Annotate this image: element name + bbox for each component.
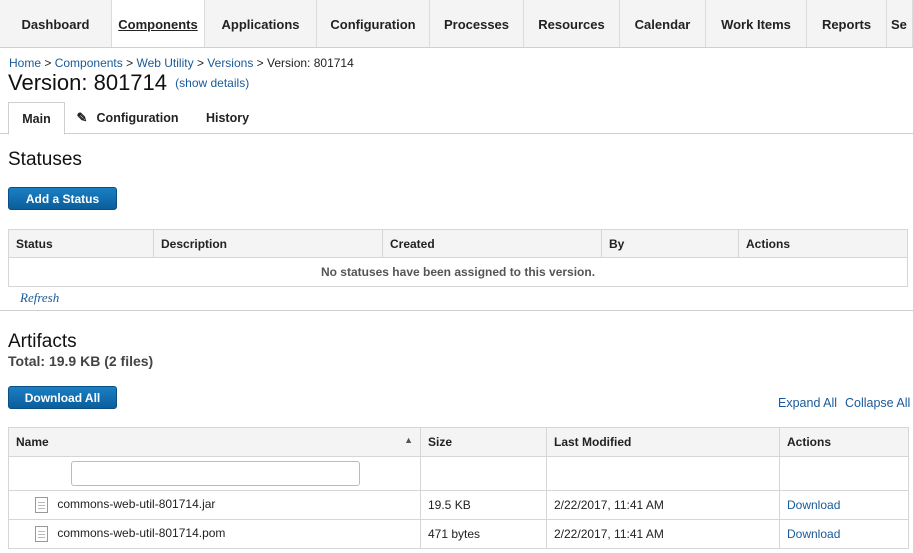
download-all-button[interactable]: Download All: [8, 386, 117, 409]
nav-dashboard[interactable]: Dashboard: [0, 0, 112, 47]
page-title-row: Version: 801714 (show details): [8, 70, 249, 96]
artifacts-title: Artifacts: [8, 331, 77, 352]
breadcrumb-home[interactable]: Home: [9, 56, 41, 70]
tab-main[interactable]: Main: [8, 102, 65, 135]
pencil-icon: ✎: [76, 110, 88, 125]
nav-processes[interactable]: Processes: [430, 0, 524, 47]
nav-applications[interactable]: Applications: [205, 0, 317, 47]
nav-calendar[interactable]: Calendar: [620, 0, 706, 47]
column-header-actions: Actions: [779, 427, 909, 457]
nav-resources[interactable]: Resources: [524, 0, 620, 47]
artifacts-total: Total: 19.9 KB (2 files): [8, 353, 154, 369]
tab-history[interactable]: History: [195, 102, 260, 134]
breadcrumb-web-utility[interactable]: Web Utility: [136, 56, 193, 70]
section-divider: [0, 310, 913, 311]
breadcrumb-separator: >: [44, 56, 52, 70]
filter-cell: [420, 456, 547, 491]
breadcrumb-components[interactable]: Components: [55, 56, 123, 70]
column-header-by[interactable]: By: [601, 229, 739, 258]
nav-settings[interactable]: Se: [887, 0, 913, 47]
breadcrumb: Home > Components > Web Utility > Versio…: [9, 56, 354, 70]
show-details-link[interactable]: (show details): [175, 76, 249, 90]
statuses-table: Status Description Created By Actions No…: [8, 229, 908, 287]
nav-components[interactable]: Components: [112, 0, 205, 47]
nav-work-items[interactable]: Work Items: [706, 0, 807, 47]
tab-configuration[interactable]: ✎ Configuration: [70, 102, 185, 134]
filter-row: [8, 456, 909, 491]
collapse-all-link[interactable]: Collapse All: [845, 396, 910, 410]
filter-cell: [546, 456, 780, 491]
breadcrumb-versions[interactable]: Versions: [207, 56, 253, 70]
table-row: commons-web-util-801714.pom 471 bytes 2/…: [8, 519, 909, 549]
actions-cell: Download: [779, 490, 909, 520]
table-row: commons-web-util-801714.jar 19.5 KB 2/22…: [8, 490, 909, 520]
file-modified: 2/22/2017, 11:41 AM: [546, 490, 780, 520]
file-icon: [35, 497, 48, 513]
column-header-name-label: Name: [16, 435, 49, 449]
breadcrumb-separator: >: [256, 56, 264, 70]
page-title: Version: 801714: [8, 70, 168, 95]
file-name: commons-web-util-801714.jar: [57, 497, 216, 512]
artifacts-table: Name ▲ Size Last Modified Actions common…: [8, 427, 909, 549]
nav-reports[interactable]: Reports: [807, 0, 887, 47]
breadcrumb-separator: >: [196, 56, 204, 70]
column-header-size[interactable]: Size: [420, 427, 547, 457]
tab-configuration-label: Configuration: [96, 111, 179, 125]
empty-message: No statuses have been assigned to this v…: [8, 257, 908, 287]
table-header-row: Name ▲ Size Last Modified Actions: [8, 427, 909, 457]
sort-ascending-icon: ▲: [404, 435, 413, 445]
table-row: No statuses have been assigned to this v…: [8, 257, 908, 287]
breadcrumb-separator: >: [126, 56, 134, 70]
breadcrumb-current: Version: 801714: [267, 56, 354, 70]
filter-cell: [779, 456, 909, 491]
add-status-button[interactable]: Add a Status: [8, 187, 117, 210]
file-modified: 2/22/2017, 11:41 AM: [546, 519, 780, 549]
column-header-description[interactable]: Description: [153, 229, 383, 258]
table-header-row: Status Description Created By Actions: [8, 229, 908, 258]
file-size: 471 bytes: [420, 519, 547, 549]
statuses-title: Statuses: [8, 149, 82, 170]
column-header-created[interactable]: Created: [382, 229, 602, 258]
expand-all-link[interactable]: Expand All: [778, 396, 837, 410]
column-header-status[interactable]: Status: [8, 229, 154, 258]
actions-cell: Download: [779, 519, 909, 549]
nav-configuration[interactable]: Configuration: [317, 0, 430, 47]
column-header-last-modified[interactable]: Last Modified: [546, 427, 780, 457]
tab-bar: Main ✎ Configuration History: [0, 102, 913, 135]
file-size: 19.5 KB: [420, 490, 547, 520]
download-link[interactable]: Download: [787, 498, 840, 512]
column-header-name[interactable]: Name ▲: [8, 427, 421, 457]
refresh-link[interactable]: Refresh: [20, 290, 59, 306]
filter-cell: [8, 456, 421, 491]
top-nav: Dashboard Components Applications Config…: [0, 0, 913, 48]
download-link[interactable]: Download: [787, 527, 840, 541]
file-name-cell: commons-web-util-801714.jar: [8, 490, 421, 520]
file-icon: [35, 526, 48, 542]
file-name: commons-web-util-801714.pom: [57, 526, 226, 541]
column-header-actions: Actions: [738, 229, 908, 258]
file-name-cell: commons-web-util-801714.pom: [8, 519, 421, 549]
name-filter-input[interactable]: [71, 461, 360, 486]
